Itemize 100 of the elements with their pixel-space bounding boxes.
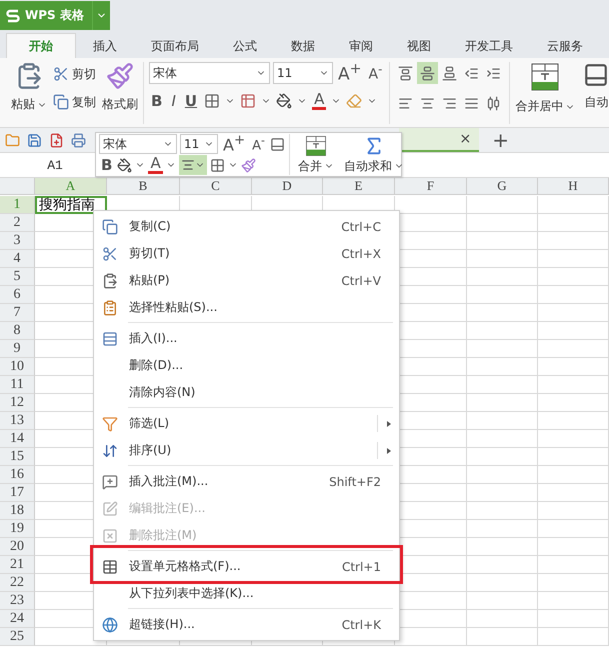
fill-color-icon[interactable] [276, 93, 292, 109]
menu-item[interactable]: 插入(I)... [94, 321, 399, 352]
menu-item[interactable]: 复制(C) Ctrl+C [94, 213, 399, 240]
row-header[interactable]: 18 [0, 502, 35, 520]
underline-button[interactable]: U [182, 94, 200, 108]
clipboard-icon [102, 272, 118, 288]
menu-item[interactable]: 超链接(H)... Ctrl+K [94, 607, 399, 638]
row-header[interactable]: 20 [0, 538, 35, 556]
shrink-font-button[interactable]: A$^{-}$ [250, 136, 267, 152]
row-header[interactable]: 6 [0, 286, 35, 304]
row-header[interactable]: 4 [0, 250, 35, 268]
ribbon-tab[interactable]: 视图 [390, 33, 448, 58]
new-tab-button[interactable]: + [492, 128, 509, 152]
italic-button[interactable]: I [169, 94, 178, 108]
menu-item[interactable]: 选择性粘贴(S)... [94, 294, 399, 321]
row-header[interactable]: 7 [0, 304, 35, 322]
align-right-icon [442, 96, 458, 110]
row-header[interactable]: 9 [0, 340, 35, 358]
row-header[interactable]: 23 [0, 592, 35, 610]
column-header[interactable]: H [538, 178, 609, 195]
merge-button[interactable]: 合并 [298, 134, 334, 174]
clear-format-icon[interactable] [346, 93, 362, 109]
row-header[interactable]: 24 [0, 610, 35, 628]
row-header[interactable]: 5 [0, 268, 35, 286]
grow-font-button[interactable]: A$^{+}$ [221, 134, 248, 154]
ribbon-tab[interactable]: 数据 [274, 33, 332, 58]
borders-icon[interactable] [210, 158, 225, 172]
bold-button[interactable]: B [149, 94, 164, 108]
column-header[interactable]: E [323, 178, 395, 195]
font-name-select[interactable]: 宋体 [99, 134, 177, 154]
column-header[interactable]: C [180, 178, 252, 195]
ribbon-tab[interactable]: 公式 [216, 33, 274, 58]
row-header[interactable]: 13 [0, 412, 35, 430]
row-header[interactable]: 12 [0, 394, 35, 412]
menu-item[interactable]: 插入批注(M)... Shift+F2 [94, 464, 399, 495]
submenu-arrow-icon [386, 448, 390, 454]
justify-icon [464, 96, 480, 110]
align-center-icon [180, 158, 195, 172]
menu-item[interactable]: 排序(U) [94, 437, 399, 464]
wrap-icon[interactable] [270, 136, 285, 152]
font-color-button[interactable]: A [312, 92, 326, 110]
ribbon-tab[interactable]: 云服务 [530, 33, 600, 58]
export-icon[interactable] [49, 132, 64, 148]
copy-button[interactable]: 复制 [53, 90, 96, 114]
row-header[interactable]: 2 [0, 214, 35, 232]
row-header[interactable]: 25 [0, 628, 35, 646]
folder-icon[interactable] [5, 132, 20, 148]
cell-style-icon[interactable] [240, 93, 256, 109]
format-painter-button[interactable]: 格式刷 [102, 62, 138, 124]
copy-icon [53, 94, 69, 110]
menu-item[interactable]: 设置单元格格式(F)... Ctrl+1 [94, 549, 399, 580]
align-button[interactable] [417, 62, 438, 84]
row-header[interactable]: 11 [0, 376, 35, 394]
ribbon-tab[interactable]: 开发工具 [448, 33, 530, 58]
font-size-select[interactable]: 11 [273, 62, 333, 84]
menu-item[interactable]: 剪切(T) Ctrl+X [94, 240, 399, 267]
ribbon-tab[interactable]: 插入 [76, 33, 134, 58]
wrap-text-button[interactable]: 自动 [583, 62, 609, 124]
row-header[interactable]: 8 [0, 322, 35, 340]
brush-icon[interactable] [240, 158, 256, 172]
column-header[interactable]: F [395, 178, 467, 195]
close-button[interactable]: × [460, 131, 472, 147]
printer-icon[interactable] [71, 132, 86, 148]
row-header[interactable]: 22 [0, 574, 35, 592]
font-color-button[interactable]: A [148, 156, 163, 174]
row-header[interactable]: 14 [0, 430, 35, 448]
menu-item[interactable]: 清除内容(N) [94, 379, 399, 406]
ribbon-tab[interactable]: 页面布局 [134, 33, 216, 58]
column-header[interactable]: D [252, 178, 323, 195]
row-header[interactable]: 17 [0, 484, 35, 502]
row-header[interactable]: 16 [0, 466, 35, 484]
merge-cells-icon [304, 134, 327, 156]
document-tab[interactable]: × [399, 128, 480, 152]
fill-color-icon[interactable] [117, 158, 132, 172]
menu-item[interactable]: 从下拉列表中选择(K)... [94, 580, 399, 607]
ribbon-tab[interactable]: 审阅 [332, 33, 390, 58]
row-header[interactable]: 3 [0, 232, 35, 250]
align-button[interactable] [178, 155, 207, 175]
font-name-select[interactable]: 宋体 [149, 62, 270, 84]
shrink-font-button[interactable]: A$^{-}$ [366, 64, 384, 82]
ribbon-tab[interactable]: 开始 [6, 33, 76, 58]
row-header[interactable]: 15 [0, 448, 35, 466]
cut-button[interactable]: 剪切 [53, 62, 96, 86]
bold-button[interactable]: B [99, 158, 114, 172]
borders-icon[interactable] [204, 93, 220, 109]
column-header[interactable]: B [107, 178, 180, 195]
align-top-icon [398, 66, 414, 80]
menu-item[interactable]: 删除(D)... [94, 352, 399, 379]
menu-item[interactable]: 粘贴(P) Ctrl+V [94, 267, 399, 294]
save-icon[interactable] [27, 132, 42, 148]
menu-item[interactable]: 筛选(L) [94, 406, 399, 437]
merge-center-button[interactable]: 合并居中 [515, 62, 576, 124]
select-all-corner[interactable] [0, 178, 35, 195]
row-header[interactable]: 10 [0, 358, 35, 376]
grow-font-button[interactable]: A$^{+}$ [336, 62, 364, 84]
column-header[interactable]: G [467, 178, 538, 195]
paste-button[interactable]: 粘贴 [11, 62, 47, 124]
font-size-select[interactable]: 11 [180, 134, 218, 154]
row-header[interactable]: 19 [0, 520, 35, 538]
row-header[interactable]: 21 [0, 556, 35, 574]
